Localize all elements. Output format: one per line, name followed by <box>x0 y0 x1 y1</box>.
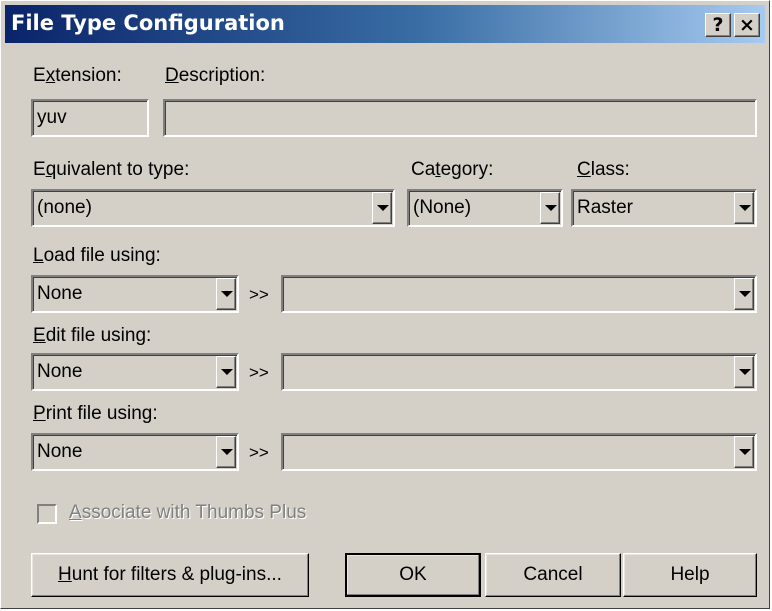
load-target-select[interactable] <box>281 275 757 313</box>
chevron-down-icon[interactable] <box>734 192 754 224</box>
print-label: Print file using: <box>33 403 158 424</box>
edit-label: Edit file using: <box>33 325 152 346</box>
chevron-down-icon[interactable] <box>734 278 754 310</box>
load-label: Load file using: <box>33 245 161 266</box>
title-bar[interactable]: File Type Configuration ? × <box>5 5 765 43</box>
equivalent-type-select[interactable]: (none) <box>31 189 395 227</box>
edit-plugin-value: None <box>37 361 83 382</box>
load-separator: >> <box>249 285 269 304</box>
associate-label: Associate with Thumbs Plus <box>69 502 307 523</box>
category-label: Category: <box>411 159 494 180</box>
load-plugin-select[interactable]: None <box>31 275 239 313</box>
close-icon[interactable]: × <box>734 13 760 37</box>
class-select[interactable]: Raster <box>571 189 757 227</box>
window-title: File Type Configuration <box>11 11 285 35</box>
class-value: Raster <box>577 197 633 218</box>
chevron-down-icon[interactable] <box>372 192 392 224</box>
class-label: Class: <box>577 159 630 180</box>
chevron-down-icon[interactable] <box>540 192 560 224</box>
chevron-down-icon[interactable] <box>216 356 236 388</box>
chevron-down-icon[interactable] <box>734 436 754 468</box>
extension-field[interactable]: yuv <box>31 99 149 137</box>
chevron-down-icon[interactable] <box>734 356 754 388</box>
help-icon[interactable]: ? <box>705 13 731 37</box>
edit-target-select[interactable] <box>281 353 757 391</box>
description-field[interactable] <box>163 99 757 137</box>
extension-label: Extension: <box>33 65 122 86</box>
cancel-button[interactable]: Cancel <box>485 553 621 597</box>
help-button[interactable]: Help <box>623 553 757 597</box>
load-plugin-value: None <box>37 283 83 304</box>
description-label: Description: <box>165 65 266 86</box>
chevron-down-icon[interactable] <box>216 436 236 468</box>
print-target-select[interactable] <box>281 433 757 471</box>
chevron-down-icon[interactable] <box>216 278 236 310</box>
print-plugin-value: None <box>37 441 83 462</box>
category-select[interactable]: (None) <box>407 189 563 227</box>
ok-button[interactable]: OK <box>345 553 481 597</box>
print-separator: >> <box>249 443 269 462</box>
equivalent-label: Equivalent to type: <box>33 159 190 180</box>
hunt-plugins-button[interactable]: Hunt for filters & plug-ins... <box>31 553 309 597</box>
associate-checkbox[interactable] <box>37 504 57 524</box>
edit-plugin-select[interactable]: None <box>31 353 239 391</box>
edit-separator: >> <box>249 363 269 382</box>
category-value: (None) <box>413 197 472 218</box>
print-plugin-select[interactable]: None <box>31 433 239 471</box>
equivalent-type-value: (none) <box>37 197 92 218</box>
file-type-dialog: File Type Configuration ? × Extension: D… <box>0 0 770 609</box>
